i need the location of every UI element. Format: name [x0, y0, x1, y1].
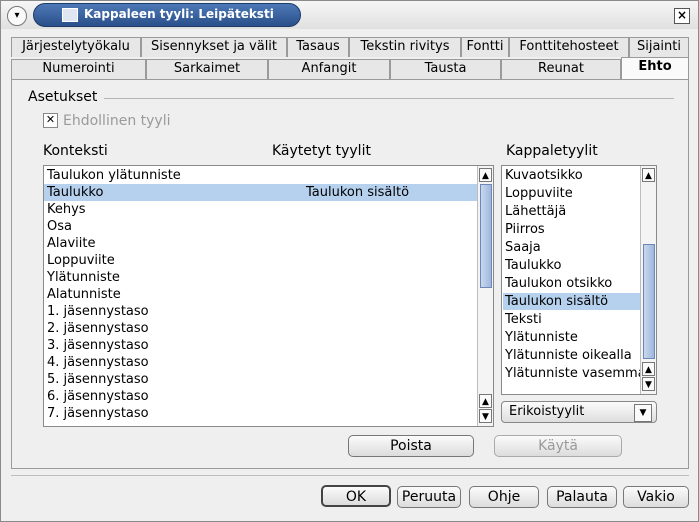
scroll-down-icon[interactable]: ▼	[479, 409, 492, 423]
paragraph-style-item[interactable]: Taulukon otsikko	[503, 275, 640, 292]
tab-tekstin-rivitys[interactable]: Tekstin rivitys	[349, 37, 461, 57]
context-row[interactable]: Ylätunniste	[44, 269, 477, 286]
tab-tausta[interactable]: Tausta	[390, 59, 501, 79]
footer-divider	[11, 475, 689, 476]
context-name: Ylätunniste	[47, 270, 120, 285]
context-row[interactable]: 5. jäsennystaso	[44, 371, 477, 388]
context-name: Taulukon ylätunniste	[47, 168, 181, 183]
paragraph-style-item[interactable]: Taulukon sisältö	[503, 293, 640, 310]
context-row[interactable]: 4. jäsennystaso	[44, 354, 477, 371]
settings-group-label: Asetukset	[28, 89, 98, 105]
paragraph-styles-header: Kappaletyylit	[506, 143, 598, 159]
close-icon[interactable]: ×	[674, 8, 690, 24]
context-row[interactable]: Loppuviite	[44, 252, 477, 269]
style-dialog: ▾ Kappaleen tyyli: Leipäteksti × Järjest…	[0, 0, 699, 522]
tab-tasaus[interactable]: Tasaus	[287, 37, 349, 57]
applied-styles-header: Käytetyt tyylit	[272, 143, 371, 159]
context-name: 7. jäsennystaso	[47, 406, 149, 421]
title-pill: Kappaleen tyyli: Leipäteksti	[33, 3, 301, 27]
paragraph-style-item[interactable]: Lähettäjä	[503, 203, 640, 220]
context-row[interactable]: 6. jäsennystaso	[44, 388, 477, 405]
group-divider	[104, 98, 674, 99]
tab-row-1: Järjestelytyökalu Sisennykset ja välit T…	[11, 37, 689, 57]
context-row[interactable]: 2. jäsennystaso	[44, 320, 477, 337]
tab-jarjestelytyokalu[interactable]: Järjestelytyökalu	[11, 37, 141, 57]
paragraph-styles-list[interactable]: Kuvaotsikko Loppuviite Lähettäjä Piirros Saa…	[501, 165, 657, 395]
window-icon	[62, 8, 78, 22]
chevron-down-icon[interactable]: ▼	[634, 404, 652, 422]
paragraph-style-item[interactable]: Ylätunniste	[503, 329, 640, 346]
context-name: Alaviite	[47, 236, 96, 251]
context-name: Loppuviite	[47, 253, 115, 268]
context-row[interactable]: Alaviite	[44, 235, 477, 252]
tab-ehto[interactable]: Ehto	[621, 57, 689, 79]
paragraph-list-scrollbar[interactable]: ▲ ▲ ▼	[640, 166, 656, 394]
context-row[interactable]: 7. jäsennystaso	[44, 405, 477, 422]
remove-button[interactable]: Poista	[348, 435, 474, 457]
tab-anfangit[interactable]: Anfangit	[268, 59, 390, 79]
title-bar[interactable]: ▾ Kappaleen tyyli: Leipäteksti ×	[1, 1, 698, 29]
context-name: 6. jäsennystaso	[47, 389, 149, 404]
tab-fonttitehosteet[interactable]: Fonttitehosteet	[509, 37, 629, 57]
context-name: Taulukko	[47, 185, 104, 200]
ps-scroll-up-icon-lower[interactable]: ▲	[642, 362, 655, 376]
style-filter-dropdown[interactable]: Erikoistyylit ▼	[501, 401, 657, 423]
window-menu-button[interactable]: ▾	[7, 6, 27, 26]
context-row[interactable]: Alatunniste	[44, 286, 477, 303]
style-filter-value: Erikoistyylit	[509, 404, 585, 419]
context-row[interactable]: 1. jäsennystaso	[44, 303, 477, 320]
context-name: Kehys	[47, 202, 86, 217]
paragraph-style-item[interactable]: Kuvaotsikko	[503, 167, 640, 184]
ps-scroll-up-icon[interactable]: ▲	[642, 168, 655, 182]
scroll-up-icon-lower[interactable]: ▲	[479, 394, 492, 408]
tab-panel-ehto: Asetukset ✕ Ehdollinen tyyli Konteksti K…	[11, 79, 689, 469]
paragraph-style-item[interactable]: Taulukko	[503, 257, 640, 274]
context-name: 4. jäsennystaso	[47, 355, 149, 370]
context-name: 1. jäsennystaso	[47, 304, 149, 319]
context-row[interactable]: Taulukon ylätunniste	[44, 167, 477, 184]
tab-numerointi[interactable]: Numerointi	[11, 59, 146, 79]
conditional-style-checkbox[interactable]: ✕	[43, 113, 58, 128]
context-list-scrollbar[interactable]: ▲ ▲ ▼	[477, 166, 493, 426]
context-row[interactable]: 3. jäsennystaso	[44, 337, 477, 354]
cancel-button[interactable]: Peruuta	[397, 486, 461, 508]
context-header: Konteksti	[43, 143, 108, 159]
apply-button[interactable]: Käytä	[494, 435, 622, 457]
paragraph-style-item[interactable]: Ylätunniste vasemmalla	[503, 365, 640, 382]
tab-fontti[interactable]: Fontti	[461, 37, 509, 57]
context-name: 3. jäsennystaso	[47, 338, 149, 353]
context-name: 5. jäsennystaso	[47, 372, 149, 387]
scroll-thumb[interactable]	[480, 184, 492, 288]
window-title: Kappaleen tyyli: Leipäteksti	[84, 7, 274, 21]
applied-style: Taulukon sisältö	[306, 185, 410, 200]
context-list[interactable]: Taulukon ylätunniste Taulukko Taulukon sis…	[43, 165, 494, 427]
context-row[interactable]: Osa	[44, 218, 477, 235]
paragraph-style-item[interactable]: Ylätunniste oikealla	[503, 347, 640, 364]
context-row[interactable]: Kehys	[44, 201, 477, 218]
paragraph-style-item[interactable]: Loppuviite	[503, 185, 640, 202]
paragraph-style-item[interactable]: Saaja	[503, 239, 640, 256]
help-button[interactable]: Ohje	[469, 486, 539, 508]
tab-sisennykset[interactable]: Sisennykset ja välit	[141, 37, 287, 57]
ps-scroll-down-icon[interactable]: ▼	[642, 377, 655, 391]
context-name: Osa	[47, 219, 72, 234]
ps-scroll-thumb[interactable]	[643, 244, 655, 359]
standard-button[interactable]: Vakio	[623, 486, 689, 508]
paragraph-style-item[interactable]: Piirros	[503, 221, 640, 238]
context-name: 2. jäsennystaso	[47, 321, 149, 336]
reset-button[interactable]: Palauta	[547, 486, 617, 508]
tab-reunat[interactable]: Reunat	[501, 59, 621, 79]
scroll-up-icon[interactable]: ▲	[479, 168, 492, 182]
tab-row-2: Numerointi Sarkaimet Anfangit Tausta Reu…	[11, 57, 689, 79]
tab-sarkaimet[interactable]: Sarkaimet	[146, 59, 268, 79]
ok-button[interactable]: OK	[321, 485, 391, 507]
paragraph-style-item[interactable]: Teksti	[503, 311, 640, 328]
context-row[interactable]: Taulukko Taulukon sisältö	[44, 184, 477, 201]
context-name: Alatunniste	[47, 287, 121, 302]
tab-sijainti[interactable]: Sijainti	[629, 37, 689, 57]
conditional-style-label: Ehdollinen tyyli	[63, 113, 171, 129]
